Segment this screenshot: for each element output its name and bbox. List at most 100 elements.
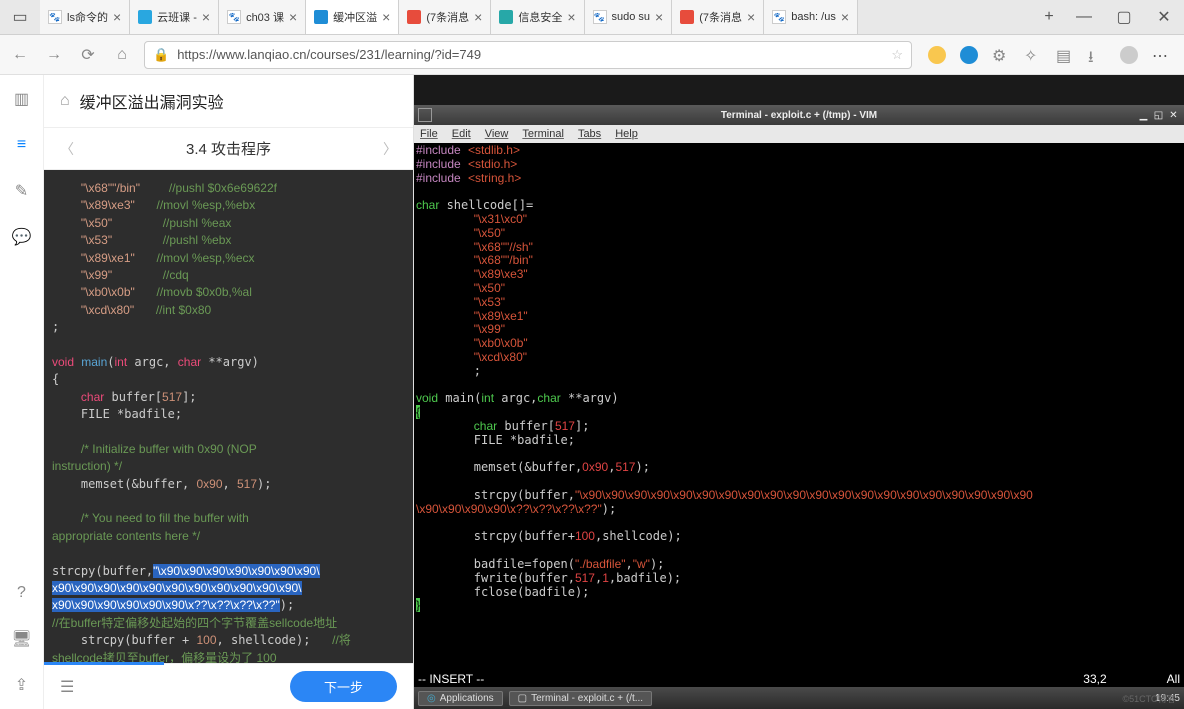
url-input[interactable] bbox=[177, 47, 883, 62]
browser-tab[interactable]: 🐾ch03 课× bbox=[219, 0, 306, 34]
content-area: ▥ ≡ ✎ 💬 ? 🖥 ⇪ ⌂ 缓冲区溢出漏洞实验 〈 3.4 攻击程序 〉 "… bbox=[0, 75, 1184, 709]
browser-tab[interactable]: 信息安全 × bbox=[491, 0, 584, 34]
tab-close-icon[interactable]: × bbox=[289, 9, 297, 25]
next-button[interactable]: 下一步 bbox=[290, 671, 397, 702]
rail-chat-icon[interactable]: 💬 bbox=[12, 227, 32, 247]
vm-titlebar: Terminal - exploit.c + (/tmp) - VIM ▁ ◱ … bbox=[414, 105, 1184, 125]
course-home-icon[interactable]: ⌂ bbox=[60, 92, 70, 110]
tab-title: (7条消息 bbox=[699, 9, 742, 25]
vm-editor[interactable]: #include <stdlib.h> #include <stdio.h> #… bbox=[414, 143, 1184, 687]
rail-desktop-icon[interactable]: 🖥 bbox=[12, 629, 32, 649]
toolbar-extensions: ⚙ ✧ ▤ ⭳ ⋯ bbox=[922, 46, 1176, 64]
vm-menu-item[interactable]: Help bbox=[615, 128, 638, 140]
minimize-button[interactable]: — bbox=[1064, 0, 1104, 34]
favicon: 🐾 bbox=[48, 10, 62, 24]
vm-menu-item[interactable]: Tabs bbox=[578, 128, 601, 140]
rail-edit-icon[interactable]: ✎ bbox=[12, 181, 32, 201]
browser-titlebar: ▭ 🐾ls命令的×云班课 -×🐾ch03 课×缓冲区溢×(7条消息×信息安全×🐾… bbox=[0, 0, 1184, 35]
vm-panel: 〈 « Terminal - exploit.c + (/tmp) - VIM … bbox=[414, 75, 1184, 709]
section-title: 3.4 攻击程序 bbox=[186, 138, 271, 159]
course-footer: ☰ 下一步 bbox=[44, 663, 413, 709]
tab-title: ls命令的 bbox=[67, 9, 108, 25]
course-body[interactable]: "\x68""/bin" //pushl $0x6e69622f "\x89\x… bbox=[44, 170, 413, 663]
profile-icon[interactable] bbox=[1120, 46, 1138, 64]
vm-menu-item[interactable]: Terminal bbox=[522, 128, 564, 140]
browser-tab[interactable]: (7条消息 × bbox=[399, 0, 491, 34]
vm-max-icon[interactable]: ◱ bbox=[1152, 109, 1165, 122]
taskbar-apps[interactable]: ◎Applications bbox=[418, 691, 503, 706]
vm-menu-item[interactable]: File bbox=[420, 128, 438, 140]
ext-icon-2[interactable] bbox=[960, 46, 978, 64]
browser-tab[interactable]: 🐾 bash: /us × bbox=[764, 0, 858, 34]
favicon bbox=[407, 10, 421, 24]
url-bar[interactable]: 🔒 ☆ bbox=[144, 41, 912, 69]
favicon: 🐾 bbox=[593, 10, 607, 24]
vm-min-icon[interactable]: ▁ bbox=[1137, 109, 1150, 122]
taskbar-terminal[interactable]: ▢Terminal - exploit.c + (/t... bbox=[509, 691, 652, 706]
window-menu-icon[interactable]: ▭ bbox=[0, 7, 40, 27]
rail-list-icon[interactable]: ≡ bbox=[12, 135, 32, 155]
favicon bbox=[314, 10, 328, 24]
bookmark-star-icon[interactable]: ☆ bbox=[891, 47, 903, 63]
tab-title: 云班课 - bbox=[157, 9, 197, 25]
vm-terminal-window: Terminal - exploit.c + (/tmp) - VIM ▁ ◱ … bbox=[414, 105, 1184, 687]
close-button[interactable]: ✕ bbox=[1144, 0, 1184, 34]
course-panel: ⌂ 缓冲区溢出漏洞实验 〈 3.4 攻击程序 〉 "\x68""/bin" //… bbox=[44, 75, 414, 709]
browser-tab[interactable]: 缓冲区溢 × bbox=[306, 0, 399, 34]
tab-close-icon[interactable]: × bbox=[841, 9, 849, 25]
ext-icon-1[interactable] bbox=[928, 46, 946, 64]
toc-icon[interactable]: ☰ bbox=[60, 677, 74, 697]
section-nav: 〈 3.4 攻击程序 〉 bbox=[44, 128, 413, 170]
reload-button[interactable]: ⟳ bbox=[76, 43, 100, 67]
browser-toolbar: ← → ⟳ ⌂ 🔒 ☆ ⚙ ✧ ▤ ⭳ ⋯ bbox=[0, 35, 1184, 75]
tab-title: 信息安全 bbox=[518, 9, 562, 25]
vm-window-icon[interactable] bbox=[418, 108, 432, 122]
vim-mode: -- INSERT -- bbox=[418, 673, 484, 687]
maximize-button[interactable]: ▢ bbox=[1104, 0, 1144, 34]
vm-close-icon[interactable]: ✕ bbox=[1167, 109, 1180, 122]
browser-tab[interactable]: (7条消息 × bbox=[672, 0, 764, 34]
vm-menu-item[interactable]: View bbox=[485, 128, 509, 140]
tab-close-icon[interactable]: × bbox=[474, 9, 482, 25]
tab-title: bash: /us bbox=[791, 11, 836, 23]
home-button[interactable]: ⌂ bbox=[110, 43, 134, 67]
overflow-menu-icon[interactable]: ⋯ bbox=[1152, 46, 1170, 64]
favicon: 🐾 bbox=[772, 10, 786, 24]
rail-outline-icon[interactable]: ▥ bbox=[12, 89, 32, 109]
forward-button[interactable]: → bbox=[42, 43, 66, 67]
browser-tab[interactable]: 🐾sudo su× bbox=[585, 0, 673, 34]
left-rail: ▥ ≡ ✎ 💬 ? 🖥 ⇪ bbox=[0, 75, 44, 709]
browser-tab[interactable]: 🐾 ls命令的 × bbox=[40, 0, 130, 34]
back-button[interactable]: ← bbox=[8, 43, 32, 67]
tab-close-icon[interactable]: × bbox=[567, 9, 575, 25]
rail-help-icon[interactable]: ? bbox=[12, 583, 32, 603]
tab-title: 缓冲区溢 bbox=[333, 9, 377, 25]
favicon bbox=[499, 10, 513, 24]
browser-tab[interactable]: 云班课 - × bbox=[130, 0, 219, 34]
ext-library-icon[interactable]: ▤ bbox=[1056, 46, 1074, 64]
tab-close-icon[interactable]: × bbox=[113, 9, 121, 25]
course-title: 缓冲区溢出漏洞实验 bbox=[80, 89, 224, 113]
ext-star-icon[interactable]: ✧ bbox=[1024, 46, 1042, 64]
new-tab-button[interactable]: + bbox=[1034, 8, 1064, 26]
favicon bbox=[680, 10, 694, 24]
tab-strip: 🐾ls命令的×云班课 -×🐾ch03 课×缓冲区溢×(7条消息×信息安全×🐾su… bbox=[40, 0, 1034, 34]
tab-title: (7条消息 bbox=[426, 9, 469, 25]
next-section-button[interactable]: 〉 bbox=[383, 139, 397, 159]
vm-menu-item[interactable]: Edit bbox=[452, 128, 471, 140]
vim-status: -- INSERT --33,2All bbox=[414, 673, 1184, 687]
tab-close-icon[interactable]: × bbox=[382, 9, 390, 25]
vim-scroll: All bbox=[1167, 673, 1180, 687]
rail-share-icon[interactable]: ⇪ bbox=[12, 675, 32, 695]
ext-download-icon[interactable]: ⭳ bbox=[1088, 46, 1106, 64]
vm-menu: File Edit View Terminal Tabs Help bbox=[414, 125, 1184, 143]
ext-gear-icon[interactable]: ⚙ bbox=[992, 46, 1010, 64]
favicon bbox=[138, 10, 152, 24]
window-controls: — ▢ ✕ bbox=[1064, 0, 1184, 34]
tab-close-icon[interactable]: × bbox=[655, 9, 663, 25]
tab-close-icon[interactable]: × bbox=[202, 9, 210, 25]
lock-icon: 🔒 bbox=[153, 47, 169, 63]
tab-close-icon[interactable]: × bbox=[747, 9, 755, 25]
prev-section-button[interactable]: 〈 bbox=[60, 139, 74, 159]
progress-bar bbox=[44, 662, 164, 665]
